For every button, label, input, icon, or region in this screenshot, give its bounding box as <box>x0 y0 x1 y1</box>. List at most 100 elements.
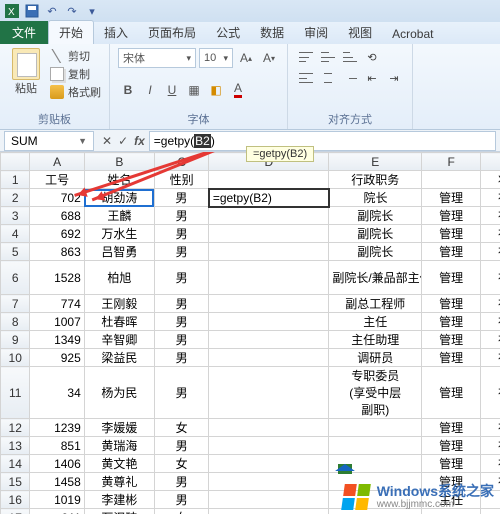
tab-file[interactable]: 文件 <box>0 21 48 44</box>
cell[interactable]: 管理 <box>422 455 481 473</box>
cell[interactable]: 黄瑞海 <box>84 437 154 455</box>
cell[interactable]: 管理 <box>422 313 481 331</box>
cell[interactable]: 在岗 <box>481 225 500 243</box>
cell[interactable] <box>329 419 422 437</box>
cell[interactable]: 1406 <box>30 455 84 473</box>
cell[interactable]: 女 <box>154 509 208 514</box>
cell[interactable]: 男 <box>154 189 208 207</box>
underline-button[interactable]: U <box>162 80 182 100</box>
cell[interactable]: 吕智勇 <box>84 243 154 261</box>
italic-button[interactable]: I <box>140 80 160 100</box>
row-header[interactable]: 8 <box>1 313 30 331</box>
cell[interactable]: 管理 <box>422 261 481 295</box>
col-header-E[interactable]: E <box>329 153 422 171</box>
row-header[interactable]: 15 <box>1 473 30 491</box>
cell[interactable]: 状态 <box>481 171 500 189</box>
cell[interactable] <box>209 295 329 313</box>
cell[interactable] <box>422 171 481 189</box>
row-header[interactable]: 14 <box>1 455 30 473</box>
row-header[interactable]: 2 <box>1 189 30 207</box>
cell[interactable]: 1239 <box>30 419 84 437</box>
cell[interactable]: 辛智卿 <box>84 331 154 349</box>
cell[interactable]: 在岗 <box>481 189 500 207</box>
align-bottom-button[interactable] <box>340 48 360 66</box>
row-header[interactable]: 16 <box>1 491 30 509</box>
cell[interactable]: 李媛媛 <box>84 419 154 437</box>
cell[interactable]: 1528 <box>30 261 84 295</box>
font-name-combo[interactable]: 宋体▾ <box>118 48 196 68</box>
cell[interactable]: 万水生 <box>84 225 154 243</box>
cell[interactable]: 黄尊礼 <box>84 473 154 491</box>
align-left-button[interactable] <box>296 69 316 87</box>
decrease-indent-button[interactable]: ⇤ <box>362 69 382 87</box>
cell[interactable]: 在岗 <box>481 437 500 455</box>
cell[interactable]: 管理 <box>422 437 481 455</box>
cell[interactable]: 在岗 <box>481 261 500 295</box>
cell[interactable]: 梁益民 <box>84 349 154 367</box>
cell[interactable]: 1458 <box>30 473 84 491</box>
tab-view[interactable]: 视图 <box>338 21 382 44</box>
row-header[interactable]: 6 <box>1 261 30 295</box>
cell[interactable]: 911 <box>30 509 84 514</box>
cell[interactable]: 在岗 <box>481 295 500 313</box>
cell[interactable] <box>209 225 329 243</box>
cell[interactable]: 男 <box>154 331 208 349</box>
row-header[interactable]: 4 <box>1 225 30 243</box>
cell[interactable] <box>209 349 329 367</box>
row-header[interactable]: 1 <box>1 171 30 189</box>
editing-cell[interactable]: =getpy(B2) <box>209 189 329 207</box>
cell[interactable]: 杨为民 <box>84 367 154 419</box>
name-box[interactable]: SUM ▼ <box>4 131 94 151</box>
cell[interactable]: 863 <box>30 243 84 261</box>
align-middle-button[interactable] <box>318 48 338 66</box>
cell[interactable]: 院长 <box>329 189 422 207</box>
cell[interactable]: 主任 <box>329 313 422 331</box>
cell[interactable]: 在岗 <box>481 419 500 437</box>
row-header[interactable]: 10 <box>1 349 30 367</box>
cell[interactable]: 在岗 <box>481 367 500 419</box>
cell[interactable] <box>209 331 329 349</box>
cell[interactable]: 男 <box>154 261 208 295</box>
cell[interactable]: 男 <box>154 473 208 491</box>
cell[interactable]: 副院长 <box>329 207 422 225</box>
row-header[interactable]: 5 <box>1 243 30 261</box>
cell[interactable]: 王刚毅 <box>84 295 154 313</box>
cell[interactable]: 副院长 <box>329 225 422 243</box>
cell[interactable] <box>209 367 329 419</box>
enter-formula-button[interactable]: ✓ <box>118 134 128 148</box>
tab-insert[interactable]: 插入 <box>94 21 138 44</box>
cell[interactable]: 在岗 <box>481 331 500 349</box>
cell[interactable]: 在岗 <box>481 349 500 367</box>
align-top-button[interactable] <box>296 48 316 66</box>
row-header[interactable]: 13 <box>1 437 30 455</box>
col-header-G[interactable]: G <box>481 153 500 171</box>
cell[interactable]: 774 <box>30 295 84 313</box>
font-color-button[interactable]: A <box>228 80 248 100</box>
tab-review[interactable]: 审阅 <box>294 21 338 44</box>
cell[interactable]: 男 <box>154 313 208 331</box>
cell[interactable] <box>209 455 329 473</box>
cell[interactable]: 851 <box>30 437 84 455</box>
cell[interactable]: 主任助理 <box>329 331 422 349</box>
save-icon[interactable] <box>24 3 40 19</box>
cell[interactable]: 黄文艳 <box>84 455 154 473</box>
cell[interactable]: 管理 <box>422 419 481 437</box>
cell[interactable] <box>209 509 329 514</box>
cell[interactable]: 管理 <box>422 367 481 419</box>
row-header[interactable]: 17 <box>1 509 30 514</box>
align-center-button[interactable] <box>318 69 338 87</box>
col-header-F[interactable]: F <box>422 153 481 171</box>
cell[interactable]: 男 <box>154 491 208 509</box>
cell[interactable]: 男 <box>154 349 208 367</box>
cell[interactable] <box>329 437 422 455</box>
col-header-A[interactable]: A <box>30 153 84 171</box>
cell[interactable]: 管理 <box>422 189 481 207</box>
tab-layout[interactable]: 页面布局 <box>138 21 206 44</box>
increase-indent-button[interactable]: ⇥ <box>384 69 404 87</box>
cell[interactable] <box>209 473 329 491</box>
cell[interactable]: 副院长 <box>329 243 422 261</box>
cell[interactable]: 34 <box>30 367 84 419</box>
cell[interactable]: 男 <box>154 207 208 225</box>
cell[interactable]: 柏旭 <box>84 261 154 295</box>
paste-button[interactable]: 粘贴 <box>8 48 44 100</box>
